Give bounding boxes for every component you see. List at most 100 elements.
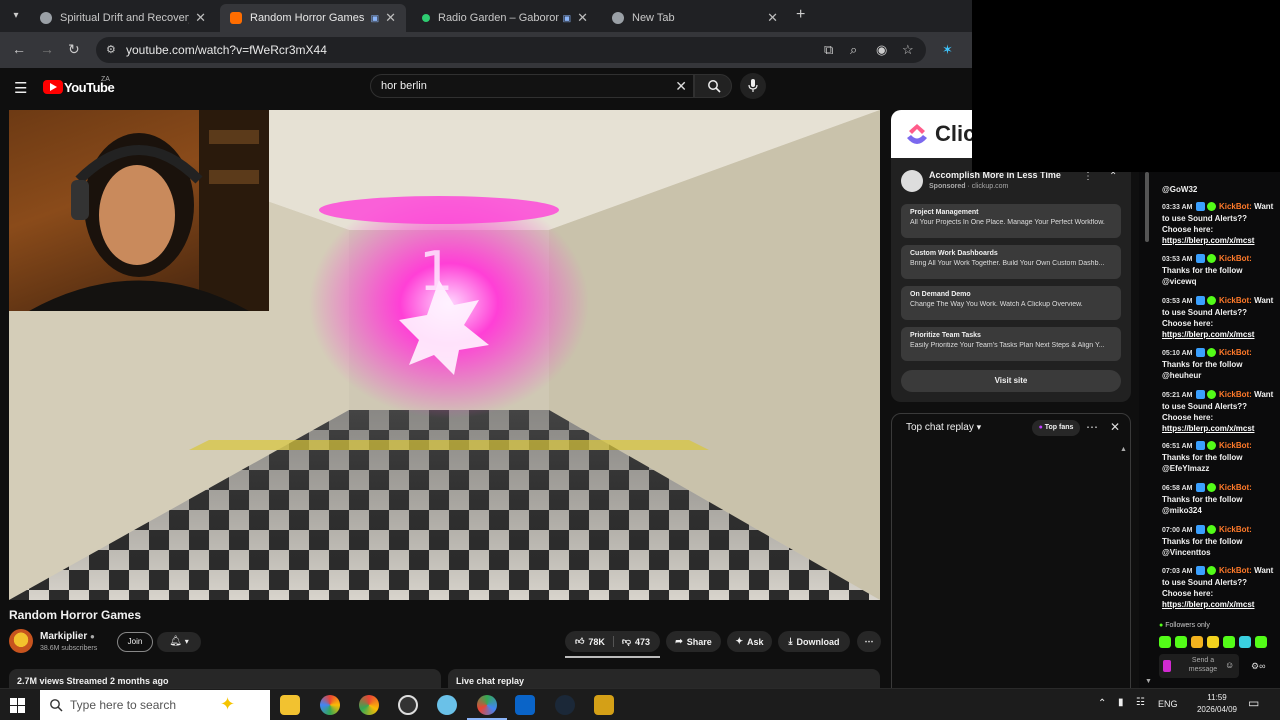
message-author[interactable]: KickBot: — [1219, 483, 1252, 492]
ad-sitelink[interactable]: On Demand Demo Change The Way You Work. … — [901, 286, 1121, 320]
chrome-profile-icon[interactable] — [477, 695, 497, 715]
search-query[interactable]: hor berlin — [381, 80, 427, 92]
channel-name[interactable]: Markiplier ● — [40, 631, 95, 642]
dislike-button[interactable]: 👎︎ 473 — [614, 636, 650, 647]
channel-avatar[interactable] — [9, 629, 33, 653]
input-language[interactable]: ENG — [1158, 699, 1178, 709]
search-input[interactable]: hor berlin ✕ — [370, 74, 694, 98]
chat-more-icon[interactable]: ⋯ — [1086, 420, 1098, 434]
chrome-icon[interactable] — [359, 695, 379, 715]
tab-random-horror-games[interactable]: Random Horror Games - Yo ▣ ✕ — [220, 4, 406, 32]
new-tab-button[interactable]: + — [796, 6, 805, 24]
more-actions-button[interactable]: ⋯ — [857, 631, 881, 652]
reload-icon[interactable]: ↻ — [68, 41, 80, 58]
obs-icon[interactable] — [398, 695, 418, 715]
app-icon[interactable] — [594, 695, 614, 715]
chat-settings-icon[interactable]: ⚙∞ — [1251, 661, 1265, 672]
tab-spiritual-drift[interactable]: Spiritual Drift and Recovery ✕ — [30, 4, 216, 32]
emote-icon[interactable] — [1175, 636, 1187, 648]
emote-icon[interactable] — [1239, 636, 1251, 648]
search-button[interactable] — [694, 74, 732, 98]
scroll-down-icon[interactable]: ▼ — [1145, 678, 1152, 685]
message-link[interactable]: https://blerp.com/x/mcst — [1162, 236, 1254, 245]
back-arrow-icon[interactable]: ← — [12, 41, 26, 57]
taskbar-search-placeholder[interactable]: Type here to search — [70, 698, 176, 712]
share-button[interactable]: ➦ Share — [666, 631, 721, 652]
video-player[interactable]: 1 — [9, 110, 880, 600]
emote-icon[interactable] — [1191, 636, 1203, 648]
close-tab-icon[interactable]: ✕ — [767, 10, 778, 26]
youtube-logo-icon[interactable] — [43, 80, 63, 94]
message-author[interactable]: KickBot: — [1219, 202, 1252, 211]
message-author[interactable]: KickBot: — [1219, 441, 1252, 450]
download-button[interactable]: ⤓ Download — [778, 631, 850, 652]
bookmark-star-icon[interactable]: ☆ — [902, 42, 914, 58]
scroll-up-icon[interactable]: ▲ — [1120, 446, 1127, 453]
tab-new-tab[interactable]: New Tab ✕ — [602, 4, 788, 32]
ad-sitelink[interactable]: Custom Work Dashboards Bring All Your Wo… — [901, 245, 1121, 279]
like-button[interactable]: 👍︎ 78K — [575, 636, 614, 647]
message-author[interactable]: KickBot: — [1219, 390, 1252, 399]
send-message-placeholder[interactable]: Send a message — [1183, 656, 1223, 674]
message-author[interactable]: KickBot: — [1219, 296, 1252, 305]
message-author[interactable]: KickBot: — [1219, 525, 1252, 534]
chrome-canary-icon[interactable] — [320, 695, 340, 715]
download-label: Download — [796, 636, 840, 647]
cast-icon: ▣ — [562, 12, 572, 23]
emote-icon[interactable] — [1223, 636, 1235, 648]
message-link[interactable]: https://blerp.com/x/mcst — [1162, 600, 1254, 609]
ad-sitelink[interactable]: Prioritize Team Tasks Easily Prioritize … — [901, 327, 1121, 361]
microphone-tray-icon[interactable]: ▮ — [1118, 697, 1124, 708]
file-explorer-icon[interactable] — [280, 695, 300, 715]
close-chat-icon[interactable]: ✕ — [1110, 420, 1120, 434]
chat-send-box[interactable]: Send a message ☺ — [1159, 654, 1239, 678]
emote-icon[interactable] — [1207, 636, 1219, 648]
steam-icon[interactable] — [555, 695, 575, 715]
clear-search-icon[interactable]: ✕ — [675, 78, 687, 95]
scrollbar[interactable] — [1145, 172, 1149, 242]
message-author[interactable]: KickBot: — [1219, 254, 1252, 263]
ask-button[interactable]: ✦ Ask — [727, 631, 772, 652]
zoom-icon[interactable]: ⌕ — [850, 42, 857, 58]
windows-start-icon[interactable] — [10, 698, 26, 714]
visit-site-button[interactable]: Visit site — [901, 370, 1121, 392]
menu-icon[interactable]: ☰ — [14, 79, 27, 97]
tab-radio-garden[interactable]: Radio Garden – Gaborone ▣ ✕ — [412, 4, 598, 32]
outlook-icon[interactable] — [515, 695, 535, 715]
close-tab-icon[interactable]: ✕ — [195, 10, 206, 26]
channel-name-text[interactable]: Markiplier — [40, 631, 87, 642]
chat-mode-dropdown[interactable]: Top chat replay ▾ — [906, 422, 981, 433]
ad-more-icon[interactable]: ⋮ — [1083, 171, 1093, 182]
close-tab-icon[interactable]: ✕ — [385, 10, 396, 26]
message-time: 07:00 AM — [1162, 527, 1193, 534]
emote-icon[interactable] — [1255, 636, 1267, 648]
close-tab-icon[interactable]: ✕ — [577, 10, 588, 26]
forward-arrow-icon[interactable]: → — [40, 41, 54, 57]
address-bar[interactable]: ⚙ youtube.com/watch?v=fWeRcr3mX44 ⧉ ⌕ ◉ … — [96, 37, 926, 63]
ad-sitelink[interactable]: Project Management All Your Projects In … — [901, 204, 1121, 238]
subscribe-notifications-button[interactable]: 🔔︎ ▾ — [157, 632, 201, 652]
install-app-icon[interactable]: ⧉ — [824, 42, 833, 58]
notification-icon[interactable]: ▭ — [1248, 696, 1259, 710]
collapse-chevron-icon[interactable]: ⌃ — [1109, 171, 1117, 182]
emote-icon[interactable] — [1159, 636, 1171, 648]
url-text[interactable]: youtube.com/watch?v=fWeRcr3mX44 — [126, 43, 327, 57]
taskbar-search-input[interactable]: Type here to search ✦ — [40, 690, 270, 720]
message-link[interactable]: https://blerp.com/x/mcst — [1162, 424, 1254, 433]
join-button[interactable]: Join — [117, 632, 153, 652]
message-author[interactable]: KickBot: — [1219, 566, 1252, 575]
network-icon[interactable]: ☷ — [1136, 697, 1145, 708]
tracking-protection-icon[interactable]: ◉ — [876, 42, 887, 58]
clock[interactable]: 11:59 2026/04/09 — [1192, 692, 1242, 716]
site-info-icon[interactable]: ⚙ — [106, 43, 116, 56]
tray-chevron-icon[interactable]: ⌃ — [1098, 698, 1106, 709]
message-link[interactable]: https://blerp.com/x/mcst — [1162, 330, 1254, 339]
voice-search-button[interactable] — [740, 73, 766, 99]
extension-icon[interactable]: ✶ — [942, 42, 953, 58]
emoji-icon[interactable]: ☺ — [1225, 660, 1234, 670]
advertiser-avatar[interactable] — [901, 170, 923, 192]
tab-search-button[interactable]: ▾ — [6, 7, 26, 25]
snipping-tool-icon[interactable] — [437, 695, 457, 715]
message-author[interactable]: KickBot: — [1219, 348, 1252, 357]
top-fans-chip[interactable]: ● Top fans — [1032, 420, 1080, 436]
